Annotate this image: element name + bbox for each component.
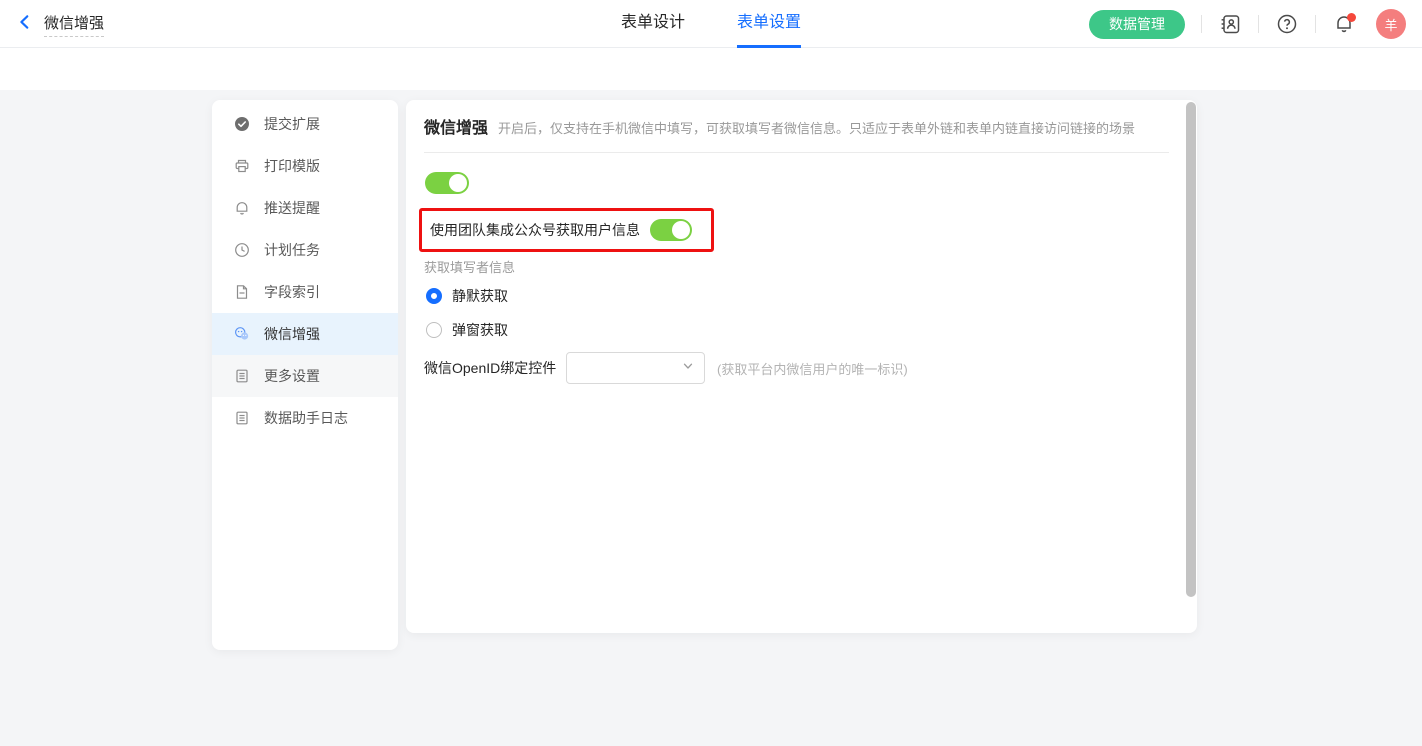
openid-binding-row: 微信OpenID绑定控件 (获取平台内微信用户的唯一标识) <box>424 352 908 384</box>
sidebar-item-data-assistant-log[interactable]: 数据助手日志 <box>212 397 398 439</box>
printer-icon <box>234 158 250 174</box>
address-book-icon[interactable] <box>1218 12 1242 36</box>
wechat-enhance-panel: 微信增强 开启后，仅支持在手机微信中填写，可获取填写者微信信息。只适应于表单外链… <box>406 100 1197 633</box>
avatar[interactable]: 羊 <box>1376 9 1406 39</box>
fetch-filler-info-label: 获取填写者信息 <box>424 257 515 276</box>
sidebar-item-label: 打印模版 <box>264 156 320 176</box>
list-icon <box>234 410 250 426</box>
tab-form-settings[interactable]: 表单设置 <box>737 0 801 48</box>
sidebar-item-label: 数据助手日志 <box>264 408 348 428</box>
radio-label: 弹窗获取 <box>452 320 508 340</box>
panel-header: 微信增强 开启后，仅支持在手机微信中填写，可获取填写者微信信息。只适应于表单外链… <box>424 114 1135 138</box>
list-icon <box>234 368 250 384</box>
help-icon[interactable] <box>1275 12 1299 36</box>
settings-sidebar: 提交扩展 打印模版 推送提醒 计划任务 字段索引 <box>212 100 398 650</box>
divider <box>1201 15 1202 33</box>
sidebar-item-print-template[interactable]: 打印模版 <box>212 145 398 187</box>
sidebar-item-scheduled-tasks[interactable]: 计划任务 <box>212 229 398 271</box>
sidebar-item-label: 计划任务 <box>264 240 320 260</box>
chevron-left-icon <box>16 13 34 36</box>
notification-badge <box>1347 13 1356 22</box>
radio-icon <box>426 288 442 304</box>
radio-icon <box>426 322 442 338</box>
panel-description: 开启后，仅支持在手机微信中填写，可获取填写者微信信息。只适应于表单外链和表单内链… <box>498 118 1135 137</box>
chevron-down-icon <box>682 359 694 377</box>
notification-bell-icon[interactable] <box>1332 12 1356 36</box>
check-circle-icon <box>234 116 250 132</box>
radio-popup-fetch[interactable]: 弹窗获取 <box>426 320 508 340</box>
radio-silent-fetch[interactable]: 静默获取 <box>426 286 508 306</box>
radio-label: 静默获取 <box>452 286 508 306</box>
sidebar-item-label: 提交扩展 <box>264 114 320 134</box>
wechat-enhance-toggle[interactable] <box>425 172 469 194</box>
sidebar-item-label: 字段索引 <box>264 282 320 302</box>
sidebar-item-label: 更多设置 <box>264 366 320 386</box>
panel-title: 微信增强 <box>424 114 488 138</box>
sidebar-item-push-reminder[interactable]: 推送提醒 <box>212 187 398 229</box>
toggle-knob <box>449 174 467 192</box>
document-icon <box>234 284 250 300</box>
team-official-account-label: 使用团队集成公众号获取用户信息 <box>430 220 640 240</box>
tabs: 表单设计 表单设置 <box>621 0 801 48</box>
divider <box>1258 15 1259 33</box>
sidebar-item-submit-extension[interactable]: 提交扩展 <box>212 103 398 145</box>
sidebar-item-field-index[interactable]: 字段索引 <box>212 271 398 313</box>
topbar: 微信增强 表单设计 表单设置 数据管理 <box>0 0 1422 48</box>
openid-select[interactable] <box>566 352 705 384</box>
sidebar-item-label: 推送提醒 <box>264 198 320 218</box>
sidebar-item-more-settings[interactable]: 更多设置 <box>212 355 398 397</box>
openid-binding-label: 微信OpenID绑定控件 <box>424 358 566 378</box>
team-official-account-toggle[interactable] <box>650 219 692 241</box>
topbar-right: 数据管理 <box>1089 0 1406 48</box>
topbar-left: 微信增强 <box>14 0 104 48</box>
sidebar-item-wechat-enhance[interactable]: 微信增强 <box>212 313 398 355</box>
sidebar-item-label: 微信增强 <box>264 324 320 344</box>
toggle-knob <box>672 221 690 239</box>
scrollbar[interactable] <box>1186 102 1196 597</box>
divider <box>424 152 1169 153</box>
bell-icon <box>234 200 250 216</box>
clock-icon <box>234 242 250 258</box>
divider <box>1315 15 1316 33</box>
highlight-annotation-box: 使用团队集成公众号获取用户信息 <box>419 208 714 252</box>
tab-form-design[interactable]: 表单设计 <box>621 0 685 48</box>
back-button[interactable] <box>14 13 36 35</box>
openid-hint: (获取平台内微信用户的唯一标识) <box>717 359 908 378</box>
wechat-icon <box>234 326 250 342</box>
data-manage-button[interactable]: 数据管理 <box>1089 10 1185 39</box>
form-title[interactable]: 微信增强 <box>44 12 104 37</box>
